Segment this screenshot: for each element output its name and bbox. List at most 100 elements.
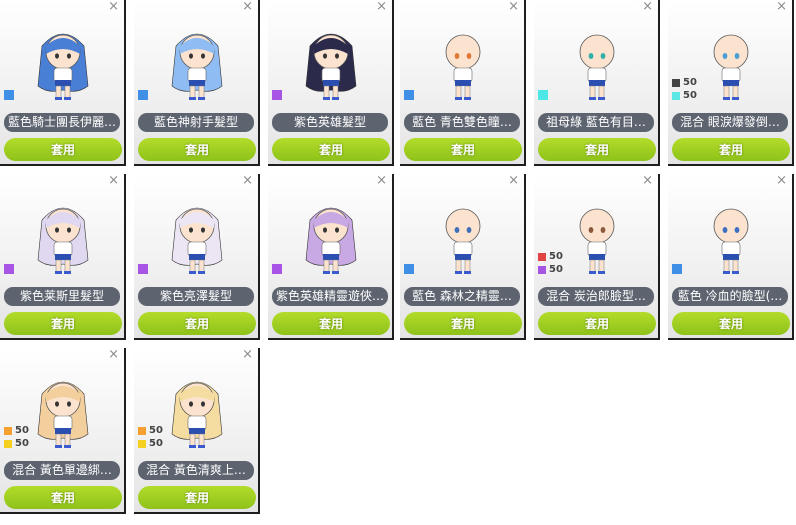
mix-color-row: 50 xyxy=(138,424,163,437)
color-swatch xyxy=(272,90,282,100)
mix-percent: 50 xyxy=(683,89,697,101)
apply-button[interactable]: 套用 xyxy=(538,312,656,335)
mix-color-row: 50 xyxy=(138,437,163,450)
color-swatch xyxy=(272,264,282,274)
mix-color-list: 50 50 xyxy=(4,424,29,450)
color-swatch xyxy=(138,439,146,448)
color-swatch xyxy=(4,90,14,100)
mix-color-list: 50 50 xyxy=(538,250,563,276)
item-name-label: 紫色莱斯里髮型 xyxy=(4,287,120,306)
apply-button[interactable]: 套用 xyxy=(272,138,390,161)
mix-color-list: 50 50 xyxy=(672,76,697,102)
item-card: × 50 50 混合 黃色清爽上… 套用 xyxy=(134,348,260,514)
apply-button[interactable]: 套用 xyxy=(672,312,790,335)
character-preview xyxy=(162,24,232,104)
character-preview xyxy=(428,198,498,278)
character-preview xyxy=(562,198,632,278)
color-swatch xyxy=(138,264,148,274)
close-icon[interactable]: × xyxy=(776,0,787,14)
item-name-label: 紫色英雄髮型 xyxy=(272,113,388,132)
mix-percent: 50 xyxy=(549,263,563,275)
apply-button[interactable]: 套用 xyxy=(272,312,390,335)
color-swatch xyxy=(672,91,680,100)
close-icon[interactable]: × xyxy=(242,0,253,14)
item-card: × 紫色亮澤髮型套用 xyxy=(134,174,260,340)
character-preview xyxy=(696,24,766,104)
item-name-label: 混合 黃色清爽上… xyxy=(138,461,254,480)
mix-color-row: 50 xyxy=(672,76,697,89)
item-name-label: 紫色亮澤髮型 xyxy=(138,287,254,306)
apply-button[interactable]: 套用 xyxy=(404,312,522,335)
character-preview xyxy=(296,24,366,104)
color-swatch xyxy=(4,439,12,448)
apply-button[interactable]: 套用 xyxy=(138,138,256,161)
item-name-label: 混合 黃色單邊綁… xyxy=(4,461,120,480)
item-card: × 藍色 森林之精靈… 套用 xyxy=(400,174,526,340)
mix-percent: 50 xyxy=(549,250,563,262)
close-icon[interactable]: × xyxy=(508,0,519,14)
mix-percent: 50 xyxy=(149,437,163,449)
apply-button[interactable]: 套用 xyxy=(4,312,122,335)
item-card: × 紫色英雄髮型套用 xyxy=(268,0,394,166)
close-icon[interactable]: × xyxy=(776,174,787,188)
close-icon[interactable]: × xyxy=(108,348,119,362)
character-preview xyxy=(28,372,98,452)
color-swatch xyxy=(4,426,12,435)
item-card: × 祖母綠 藍色有目… 套用 xyxy=(534,0,660,166)
close-icon[interactable]: × xyxy=(376,174,387,188)
item-card: × 50 50 混合 黃色單邊綁… 套用 xyxy=(0,348,126,514)
mix-color-list: 50 50 xyxy=(138,424,163,450)
apply-button[interactable]: 套用 xyxy=(4,138,122,161)
item-card: × 50 50 混合 眼淚爆發倒… 套用 xyxy=(668,0,794,166)
color-swatch xyxy=(538,252,546,261)
character-preview xyxy=(162,198,232,278)
color-swatch xyxy=(672,264,682,274)
item-name-label: 祖母綠 藍色有目… xyxy=(538,113,654,132)
color-swatch xyxy=(538,90,548,100)
close-icon[interactable]: × xyxy=(108,0,119,14)
color-swatch xyxy=(672,78,680,87)
item-card: × 50 50 混合 炭治郎臉型… 套用 xyxy=(534,174,660,340)
character-preview xyxy=(162,372,232,452)
apply-button[interactable]: 套用 xyxy=(538,138,656,161)
apply-button[interactable]: 套用 xyxy=(404,138,522,161)
color-swatch xyxy=(404,90,414,100)
color-swatch xyxy=(4,264,14,274)
close-icon[interactable]: × xyxy=(242,174,253,188)
character-preview xyxy=(28,24,98,104)
color-swatch xyxy=(404,264,414,274)
mix-color-row: 50 xyxy=(538,263,563,276)
apply-button[interactable]: 套用 xyxy=(672,138,790,161)
close-icon[interactable]: × xyxy=(376,0,387,14)
color-swatch xyxy=(138,90,148,100)
mix-percent: 50 xyxy=(15,437,29,449)
item-name-label: 混合 眼淚爆發倒… xyxy=(672,113,788,132)
item-card: × 藍色神射手髮型套用 xyxy=(134,0,260,166)
item-card: × 藍色 青色雙色瞳… 套用 xyxy=(400,0,526,166)
apply-button[interactable]: 套用 xyxy=(138,312,256,335)
mix-color-row: 50 xyxy=(4,437,29,450)
character-preview xyxy=(296,198,366,278)
item-card: × 紫色英雄精靈遊俠… 套用 xyxy=(268,174,394,340)
item-name-label: 混合 炭治郎臉型… xyxy=(538,287,654,306)
character-preview xyxy=(28,198,98,278)
item-card: × 藍色騎士團長伊麗… 套用 xyxy=(0,0,126,166)
apply-button[interactable]: 套用 xyxy=(138,486,256,509)
item-name-label: 藍色神射手髮型 xyxy=(138,113,254,132)
color-swatch xyxy=(138,426,146,435)
apply-button[interactable]: 套用 xyxy=(4,486,122,509)
item-card: × 紫色莱斯里髮型套用 xyxy=(0,174,126,340)
close-icon[interactable]: × xyxy=(108,174,119,188)
item-name-label: 紫色英雄精靈遊俠… xyxy=(272,287,388,306)
mix-percent: 50 xyxy=(149,424,163,436)
mix-color-row: 50 xyxy=(672,89,697,102)
item-card: × 藍色 冷血的臉型(… 套用 xyxy=(668,174,794,340)
item-name-label: 藍色騎士團長伊麗… xyxy=(4,113,120,132)
close-icon[interactable]: × xyxy=(642,174,653,188)
close-icon[interactable]: × xyxy=(508,174,519,188)
mix-color-row: 50 xyxy=(4,424,29,437)
item-name-label: 藍色 森林之精靈… xyxy=(404,287,520,306)
item-name-label: 藍色 青色雙色瞳… xyxy=(404,113,520,132)
close-icon[interactable]: × xyxy=(642,0,653,14)
close-icon[interactable]: × xyxy=(242,348,253,362)
